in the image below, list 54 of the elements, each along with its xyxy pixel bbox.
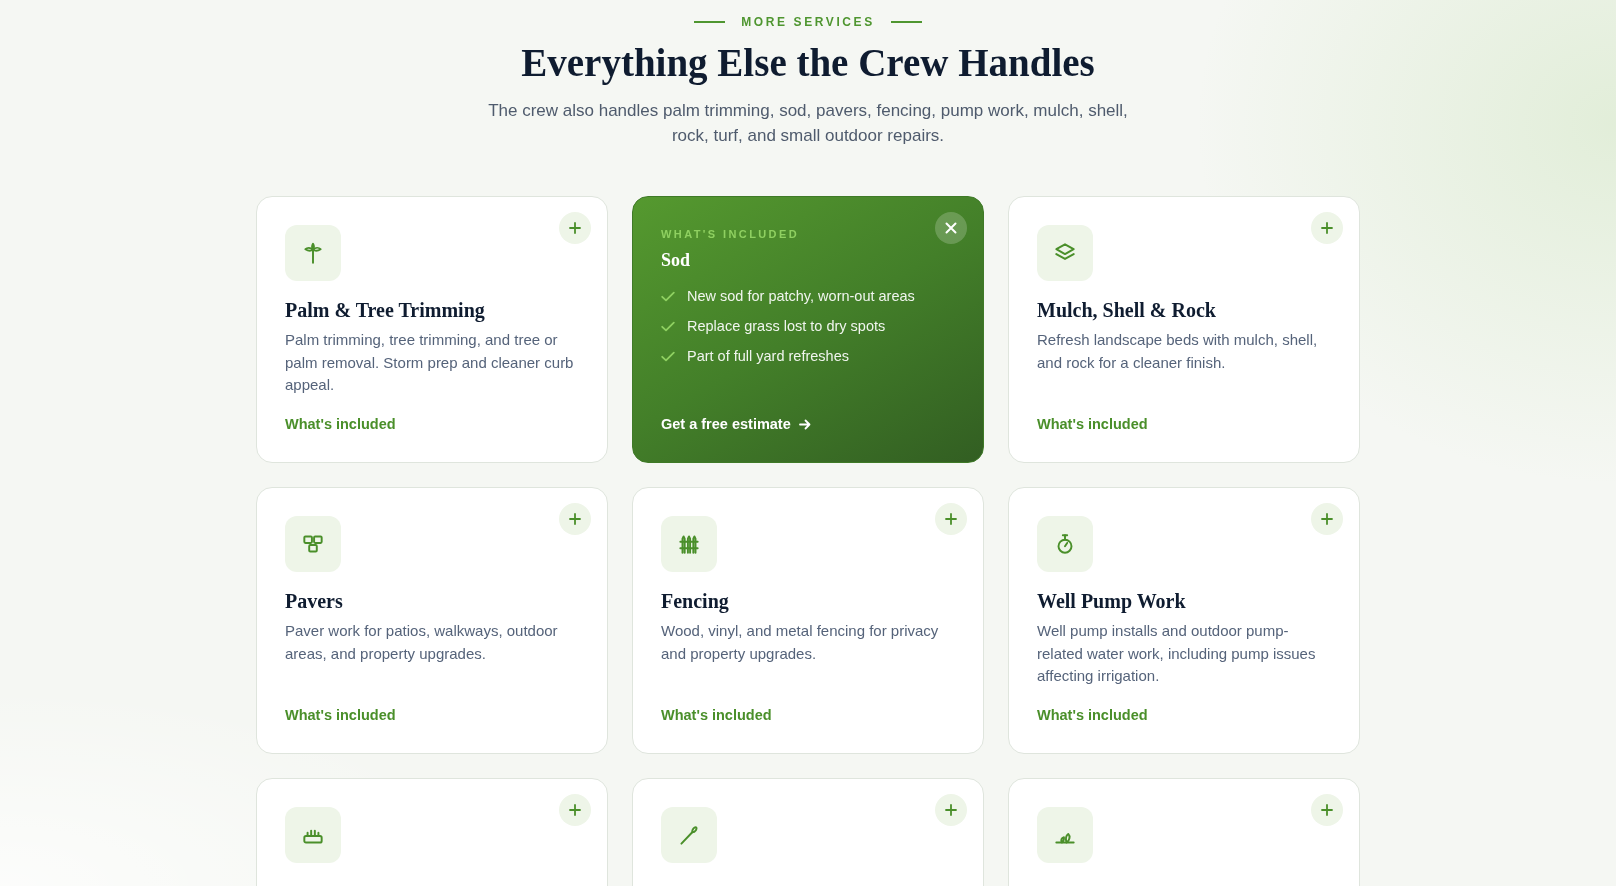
whats-included-link[interactable]: What's included: [661, 705, 772, 725]
plus-icon: [569, 222, 581, 234]
fence-icon: [661, 516, 717, 572]
included-item: Part of full yard refreshes: [687, 347, 849, 366]
service-title: Palm & Tree Trimming: [285, 298, 486, 323]
expand-button[interactable]: [1311, 503, 1343, 535]
plus-icon: [1321, 513, 1333, 525]
expand-button[interactable]: [1311, 212, 1343, 244]
layers-icon: [1037, 225, 1093, 281]
service-description: Refresh landscape beds with mulch, shell, and rock for a cleaner finish.: [1037, 330, 1319, 373]
plus-icon: [1321, 222, 1333, 234]
section-eyebrow: MORE SERVICES: [741, 14, 875, 30]
service-description: Wood, vinyl, and metal fencing for privacy and property upgrades.: [661, 621, 940, 664]
plus-icon: [945, 804, 957, 816]
expand-button[interactable]: [559, 212, 591, 244]
included-item: New sod for patchy, worn-out areas: [687, 287, 915, 306]
plus-icon: [1321, 804, 1333, 816]
needle-icon: [661, 807, 717, 863]
service-title: Fencing: [661, 589, 730, 614]
sprout-icon: [285, 225, 341, 281]
service-title: Well Pump Work: [1037, 589, 1187, 614]
service-description: Palm trimming, tree trimming, and tree or palm removal. Storm prep and cleaner curb appeal.: [285, 330, 575, 395]
seedling-icon: [1037, 807, 1093, 863]
expand-button[interactable]: [559, 794, 591, 826]
included-item: Replace grass lost to dry spots: [687, 317, 886, 336]
arrow-right-icon: [798, 418, 811, 430]
timer-icon: [1037, 516, 1093, 572]
service-title: Pavers: [285, 589, 344, 614]
whats-included-link[interactable]: What's included: [1037, 414, 1148, 434]
service-description: Well pump installs and outdoor pump-related water work, including pump issues affecting irrigation.: [1037, 621, 1317, 686]
blocks-icon: [285, 516, 341, 572]
close-button[interactable]: [935, 212, 967, 244]
service-description: Paver work for patios, walkways, outdoor areas, and property upgrades.: [285, 621, 559, 664]
close-icon: [945, 222, 957, 234]
expand-button[interactable]: [559, 503, 591, 535]
plus-icon: [945, 513, 957, 525]
check-icon: [661, 290, 675, 302]
check-icon: [661, 350, 675, 362]
plus-icon: [569, 513, 581, 525]
expand-button[interactable]: [935, 503, 967, 535]
panel-label: WHAT'S INCLUDED: [661, 227, 799, 241]
expand-button[interactable]: [935, 794, 967, 826]
section-intro: The crew also handles palm trimming, sod, pavers, fencing, pump work, mulch, shell, rock, turf, and small outdoor repairs.: [487, 100, 1129, 147]
section-title: Everything Else the Crew Handles: [520, 40, 1096, 86]
plus-icon: [569, 804, 581, 816]
check-icon: [661, 320, 675, 332]
free-estimate-link[interactable]: Get a free estimate: [661, 414, 811, 434]
expand-button[interactable]: [1311, 794, 1343, 826]
whats-included-link[interactable]: What's included: [1037, 705, 1148, 725]
whats-included-link[interactable]: What's included: [285, 705, 396, 725]
service-title: Mulch, Shell & Rock: [1037, 298, 1217, 323]
whats-included-link[interactable]: What's included: [285, 414, 396, 434]
comb-icon: [285, 807, 341, 863]
service-title: Sod: [661, 249, 692, 272]
